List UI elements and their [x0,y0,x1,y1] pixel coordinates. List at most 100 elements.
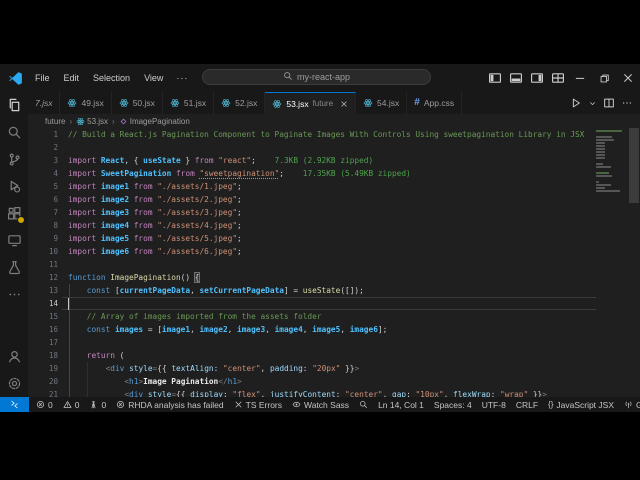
code-token: image4 [275,325,303,334]
code-line: return ( [68,349,584,362]
code-token: return [87,351,115,360]
minimap-line [596,157,605,159]
status-warnings-count[interactable]: 0 [58,397,85,412]
status-language-mode[interactable]: {}JavaScript JSX [543,397,619,412]
run-dropdown-icon[interactable] [586,92,599,114]
more-actions-icon[interactable] [619,92,635,114]
code-token: , [261,364,270,373]
code-token: , [265,325,274,334]
code-line: <h1>Image Pagination</h1> [68,375,584,388]
tab-49-jsx[interactable]: 49.jsx [60,92,111,114]
breadcrumb-label: 53.jsx [87,117,108,126]
activity-remote-explorer-icon[interactable] [0,227,28,254]
line-number: 1 [28,128,58,141]
tab-app-css[interactable]: #App.css [407,92,462,114]
status-right: Ln 14, Col 1Spaces: 4UTF-8CRLF{}JavaScri… [373,397,640,412]
editor[interactable]: 123456789101112131415161718192021 // Bui… [28,128,640,397]
code-line: function ImagePagination() { [68,271,584,284]
status-bar: 000RHDA analysis has failedTS ErrorsWatc… [0,397,640,412]
tab-53-jsx[interactable]: 53.jsxfuture [265,92,356,114]
breadcrumb-item-53.jsx[interactable]: 53.jsx [76,117,108,126]
line-number-gutter: 123456789101112131415161718192021 [28,128,58,397]
tab-51-jsx[interactable]: 51.jsx [163,92,214,114]
breadcrumb[interactable]: future›53.jsx›ImagePagination [28,114,640,128]
status-cursor-position[interactable]: Ln 14, Col 1 [373,397,429,412]
tab-54-jsx[interactable]: 54.jsx [356,92,407,114]
code-token: "./assets/6.jpeg" [157,247,237,256]
menu-overflow-button[interactable]: ··· [170,73,194,83]
menu-file[interactable]: File [28,69,57,87]
scrollbar[interactable] [628,128,640,397]
menu-selection[interactable]: Selection [86,69,137,87]
minimap-line [596,139,614,141]
line-number: 17 [28,336,58,349]
activity-account-icon[interactable] [0,343,28,370]
activity-more-icon[interactable] [0,281,28,308]
activity-testing-icon[interactable] [0,254,28,281]
tab-7-jsx[interactable]: 7.jsx [28,92,60,114]
code-token: } [181,156,195,165]
react-file-icon [170,98,180,108]
screen: FileEditSelectionView ··· my-react-app [0,0,640,480]
line-number: 9 [28,232,58,245]
menu-edit[interactable]: Edit [57,69,87,87]
minimap-line [596,184,611,186]
code-line: import image3 from "./assets/3.jpeg"; [68,206,584,219]
code-line: const images = [image1, image2, image3, … [68,323,584,336]
toggle-sidebar-icon[interactable] [484,64,505,92]
status-rhda-status[interactable]: RHDA analysis has failed [111,397,228,412]
code-line: import image5 from "./assets/5.jpeg"; [68,232,584,245]
customize-layout-icon[interactable] [547,64,568,92]
status-ports-count[interactable]: 0 [84,397,111,412]
activity-settings-icon[interactable] [0,370,28,397]
vscode-window: FileEditSelectionView ··· my-react-app [0,64,640,412]
status-remote-indicator[interactable] [0,397,29,412]
breadcrumb-item-imagepagination[interactable]: ImagePagination [119,117,190,126]
scrollbar-slider[interactable] [629,128,639,203]
split-editor-icon[interactable] [601,92,617,114]
code-token: setCurrentPageData [199,286,284,295]
status-go-live[interactable]: Go Live [619,397,640,412]
code-token [68,377,124,386]
breadcrumb-item-future[interactable]: future [45,117,65,126]
code-token: ; [237,195,242,204]
tab-50-jsx[interactable]: 50.jsx [112,92,163,114]
activity-extensions-icon[interactable] [0,200,28,227]
tab-close-icon[interactable] [340,100,348,108]
minimap[interactable] [596,130,623,193]
activity-run-debug-icon[interactable] [0,173,28,200]
activity-source-control-icon[interactable] [0,146,28,173]
search-value: my-react-app [297,72,350,82]
activity-explorer-icon[interactable] [0,92,28,119]
code-token: , [303,325,312,334]
broadcast-icon [624,400,633,409]
status-indentation[interactable]: Spaces: 4 [429,397,477,412]
minimap-line [596,175,612,177]
code-token: import [68,169,101,178]
code-token: import [68,208,101,217]
react-file-icon [363,98,373,108]
status-errors-count[interactable]: 0 [31,397,58,412]
code-token: image6 [101,247,129,256]
status-watch-sass[interactable]: Watch Sass [287,397,354,412]
status-eol[interactable]: CRLF [511,397,543,412]
code-line: // Array of images imported from the ass… [68,310,584,323]
command-center-search[interactable]: my-react-app [202,69,431,85]
tab-52-jsx[interactable]: 52.jsx [214,92,265,114]
status-encoding[interactable]: UTF-8 [477,397,511,412]
toggle-panel-icon[interactable] [505,64,526,92]
restore-button[interactable] [592,64,616,92]
code-token: }} [528,390,542,397]
activity-search-icon[interactable] [0,119,28,146]
close-button[interactable] [616,64,640,92]
status-search-status[interactable] [354,397,373,412]
status-ts-errors[interactable]: TS Errors [229,397,287,412]
toggle-secondary-sidebar-icon[interactable] [526,64,547,92]
status-left: 000RHDA analysis has failedTS ErrorsWatc… [0,397,373,412]
run-button[interactable] [568,92,584,114]
menu-view[interactable]: View [137,69,170,87]
minimize-button[interactable] [568,64,592,92]
code-token: ([]); [340,286,363,295]
tab-label: 50.jsx [133,98,155,108]
status-label: Go Live [636,400,640,410]
